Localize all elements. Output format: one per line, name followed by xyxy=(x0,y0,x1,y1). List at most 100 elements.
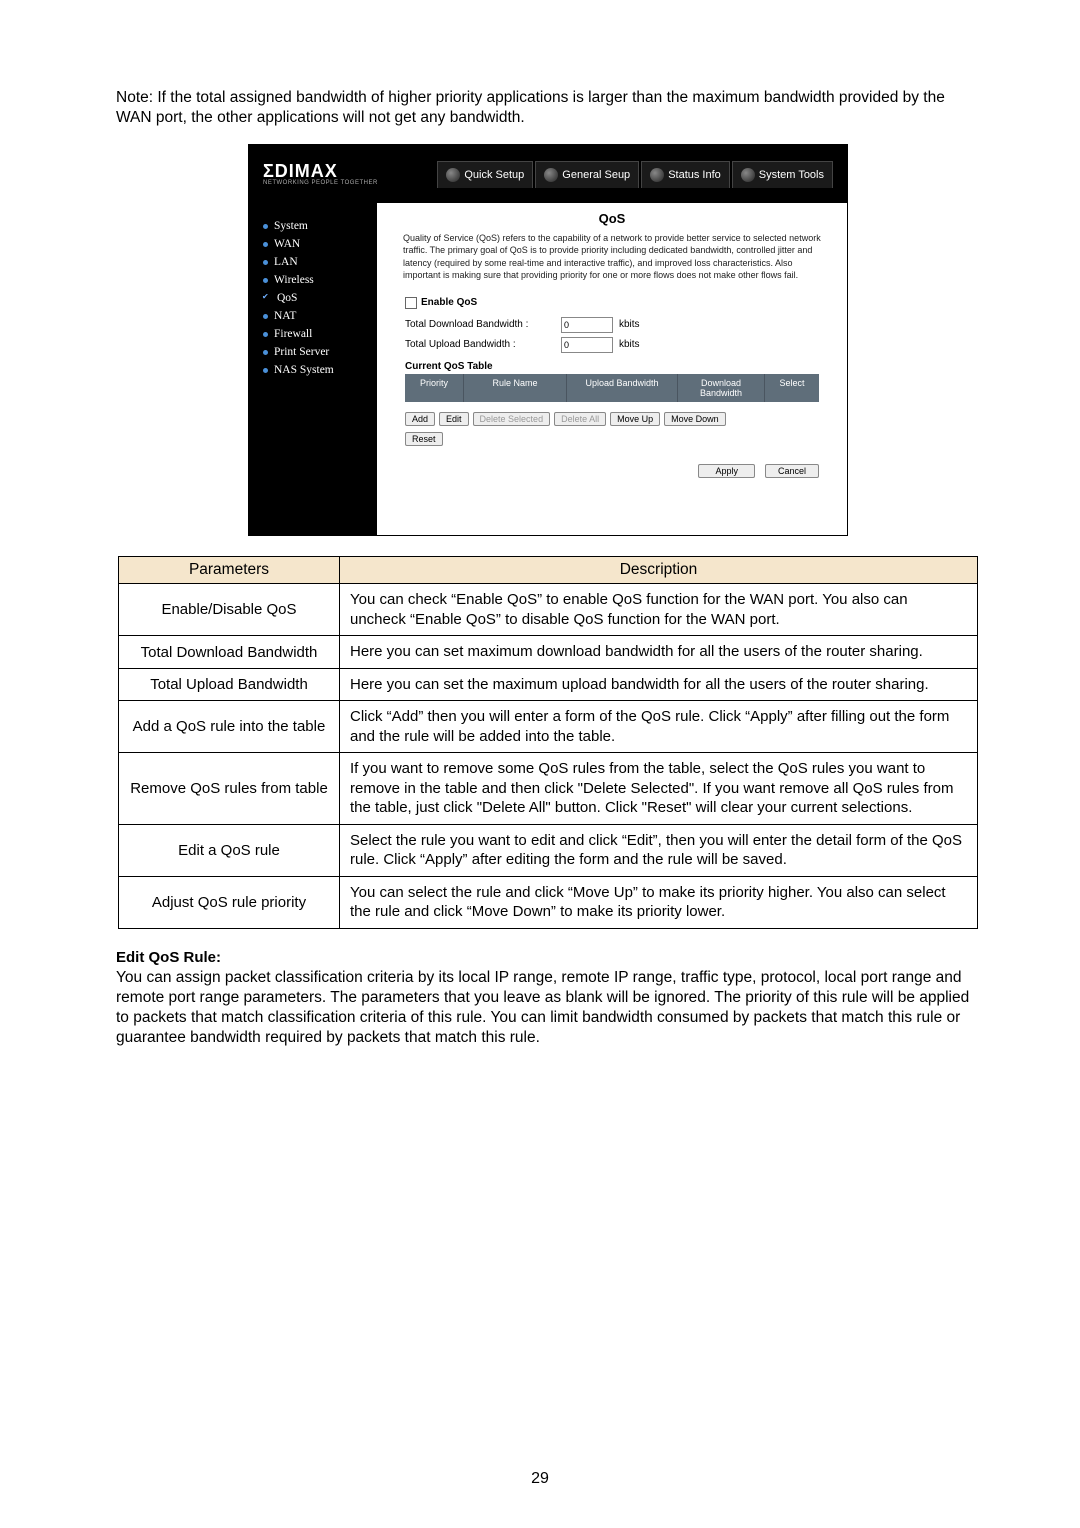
globe-icon xyxy=(650,168,664,182)
table-row: Enable/Disable QoSYou can check “Enable … xyxy=(119,584,978,636)
page-number: 29 xyxy=(0,1470,1080,1488)
table-row: Add a QoS rule into the tableClick “Add”… xyxy=(119,701,978,753)
table-row: Adjust QoS rule priorityYou can select t… xyxy=(119,876,978,928)
table-row: Total Download BandwidthHere you can set… xyxy=(119,636,978,669)
logo-text: ΣDIMAX xyxy=(263,162,378,180)
sidebar-item-print-server[interactable]: Print Server xyxy=(249,343,377,361)
sidebar-item-label: WAN xyxy=(274,238,300,250)
upload-bw-label: Total Upload Bandwidth : xyxy=(405,339,555,350)
sidebar-item-label: NAS System xyxy=(274,364,334,376)
param-desc: If you want to remove some QoS rules fro… xyxy=(340,753,978,825)
sidebar-item-lan[interactable]: LAN xyxy=(249,253,377,271)
bullet-icon xyxy=(263,332,268,337)
unit-label: kbits xyxy=(619,339,640,350)
sidebar-item-label: NAT xyxy=(274,310,296,322)
tab-general-setup[interactable]: General Seup xyxy=(535,161,639,188)
sidebar-item-nas-system[interactable]: NAS System xyxy=(249,361,377,379)
upload-bw-input[interactable] xyxy=(561,337,613,353)
tab-quick-setup[interactable]: Quick Setup xyxy=(437,161,533,188)
table-row: Remove QoS rules from tableIf you want t… xyxy=(119,753,978,825)
globe-icon xyxy=(741,168,755,182)
bullet-icon xyxy=(263,350,268,355)
tab-label: System Tools xyxy=(759,169,824,181)
param-desc: You can check “Enable QoS” to enable QoS… xyxy=(340,584,978,636)
param-name: Adjust QoS rule priority xyxy=(119,876,340,928)
header-description: Description xyxy=(340,557,978,584)
param-desc: Click “Add” then you will enter a form o… xyxy=(340,701,978,753)
enable-qos-checkbox[interactable] xyxy=(405,297,417,309)
tab-label: General Seup xyxy=(562,169,630,181)
tab-label: Status Info xyxy=(668,169,721,181)
globe-icon xyxy=(446,168,460,182)
tab-status-info[interactable]: Status Info xyxy=(641,161,730,188)
cancel-button[interactable]: Cancel xyxy=(765,464,819,478)
delete-all-button[interactable]: Delete All xyxy=(554,412,606,426)
panel-title: QoS xyxy=(395,211,829,226)
parameters-table: Parameters Description Enable/Disable Qo… xyxy=(118,556,978,929)
param-name: Edit a QoS rule xyxy=(119,824,340,876)
param-name: Total Download Bandwidth xyxy=(119,636,340,669)
apply-button[interactable]: Apply xyxy=(698,464,755,478)
col-download-bw: Download Bandwidth xyxy=(678,374,765,402)
sidebar-item-wireless[interactable]: Wireless xyxy=(249,271,377,289)
sidebar-item-label: Firewall xyxy=(274,328,312,340)
download-bw-label: Total Download Bandwidth : xyxy=(405,319,555,330)
param-name: Enable/Disable QoS xyxy=(119,584,340,636)
sidebar-item-wan[interactable]: WAN xyxy=(249,235,377,253)
bullet-icon xyxy=(263,368,268,373)
globe-icon xyxy=(544,168,558,182)
sidebar: System WAN LAN Wireless QoS NAT Firewall… xyxy=(249,203,377,535)
bullet-icon xyxy=(263,260,268,265)
param-desc: Here you can set the maximum upload band… xyxy=(340,668,978,701)
sidebar-item-qos[interactable]: QoS xyxy=(249,289,377,307)
check-icon xyxy=(263,294,271,302)
sidebar-item-firewall[interactable]: Firewall xyxy=(249,325,377,343)
bullet-icon xyxy=(263,242,268,247)
current-qos-table-head: Current QoS Table xyxy=(405,361,829,372)
sidebar-item-system[interactable]: System xyxy=(249,217,377,235)
bullet-icon xyxy=(263,278,268,283)
col-select: Select xyxy=(765,374,819,402)
note-text: Note: If the total assigned bandwidth of… xyxy=(116,88,980,128)
delete-selected-button[interactable]: Delete Selected xyxy=(473,412,551,426)
edit-button[interactable]: Edit xyxy=(439,412,469,426)
reset-button[interactable]: Reset xyxy=(405,432,443,446)
col-upload-bw: Upload Bandwidth xyxy=(567,374,678,402)
param-desc: Here you can set maximum download bandwi… xyxy=(340,636,978,669)
param-name: Remove QoS rules from table xyxy=(119,753,340,825)
bullet-icon xyxy=(263,224,268,229)
col-rule-name: Rule Name xyxy=(464,374,567,402)
move-down-button[interactable]: Move Down xyxy=(664,412,726,426)
enable-qos-label: Enable QoS xyxy=(421,297,477,308)
header-parameters: Parameters xyxy=(119,557,340,584)
table-row: Total Upload BandwidthHere you can set t… xyxy=(119,668,978,701)
table-header-row: Parameters Description xyxy=(119,557,978,584)
logo-subtext: NETWORKING PEOPLE TOGETHER xyxy=(263,180,378,186)
add-button[interactable]: Add xyxy=(405,412,435,426)
param-desc: Select the rule you want to edit and cli… xyxy=(340,824,978,876)
sidebar-item-label: LAN xyxy=(274,256,298,268)
param-name: Total Upload Bandwidth xyxy=(119,668,340,701)
table-row: Edit a QoS ruleSelect the rule you want … xyxy=(119,824,978,876)
param-name: Add a QoS rule into the table xyxy=(119,701,340,753)
qos-table-header: Priority Rule Name Upload Bandwidth Down… xyxy=(405,374,819,402)
router-screenshot: ΣDIMAX NETWORKING PEOPLE TOGETHER Quick … xyxy=(248,144,848,536)
edit-qos-heading: Edit QoS Rule: xyxy=(116,949,980,966)
sidebar-item-label: System xyxy=(274,220,308,232)
bullet-icon xyxy=(263,314,268,319)
edit-qos-body: You can assign packet classification cri… xyxy=(116,968,980,1049)
qos-panel: QoS Quality of Service (QoS) refers to t… xyxy=(377,203,847,535)
panel-description: Quality of Service (QoS) refers to the c… xyxy=(403,232,821,281)
param-desc: You can select the rule and click “Move … xyxy=(340,876,978,928)
sidebar-item-label: QoS xyxy=(277,292,297,304)
download-bw-input[interactable] xyxy=(561,317,613,333)
router-logo: ΣDIMAX NETWORKING PEOPLE TOGETHER xyxy=(263,162,378,186)
tab-system-tools[interactable]: System Tools xyxy=(732,161,833,188)
unit-label: kbits xyxy=(619,319,640,330)
sidebar-item-label: Print Server xyxy=(274,346,329,358)
router-header: ΣDIMAX NETWORKING PEOPLE TOGETHER Quick … xyxy=(249,145,847,203)
col-priority: Priority xyxy=(405,374,464,402)
tab-label: Quick Setup xyxy=(464,169,524,181)
move-up-button[interactable]: Move Up xyxy=(610,412,660,426)
sidebar-item-nat[interactable]: NAT xyxy=(249,307,377,325)
